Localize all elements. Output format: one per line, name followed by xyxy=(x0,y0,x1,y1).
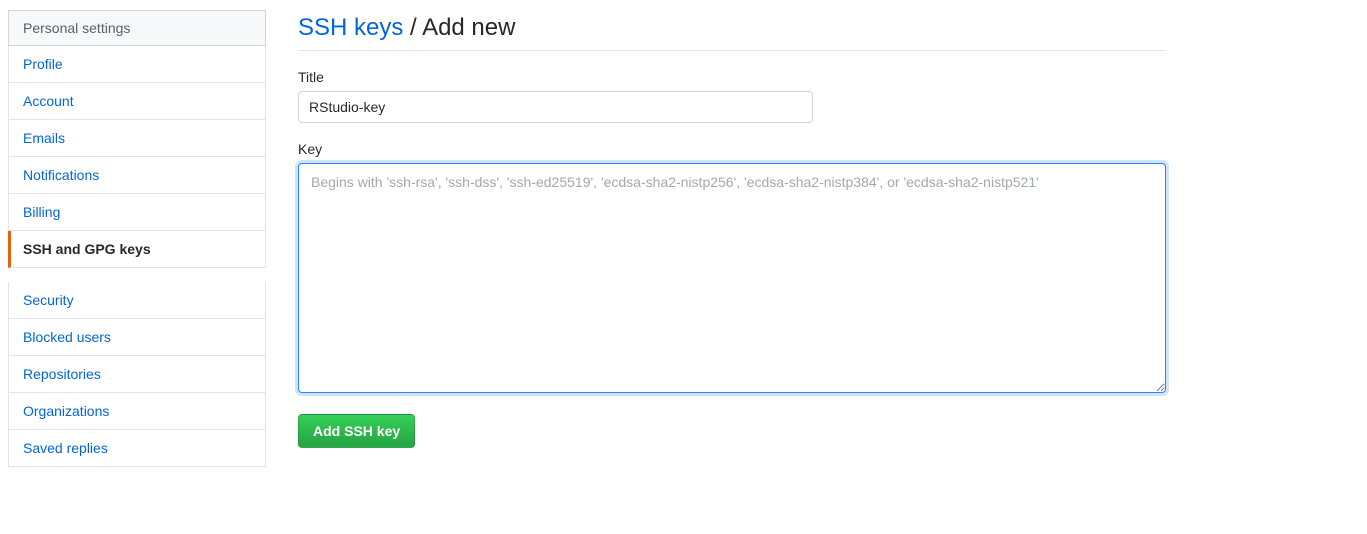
heading-separator: / xyxy=(403,14,422,41)
sidebar-item-security[interactable]: Security xyxy=(8,282,266,319)
heading-link-ssh-keys[interactable]: SSH keys xyxy=(298,14,403,41)
sidebar-header: Personal settings xyxy=(8,10,266,46)
heading-sub: Add new xyxy=(422,14,515,41)
sidebar-item-notifications[interactable]: Notifications xyxy=(8,157,266,194)
sidebar-item-ssh-and-gpg-keys[interactable]: SSH and GPG keys xyxy=(8,231,266,268)
sidebar-item-profile[interactable]: Profile xyxy=(8,46,266,83)
sidebar-item-repositories[interactable]: Repositories xyxy=(8,356,266,393)
key-label: Key xyxy=(298,141,1166,157)
sidebar-item-blocked-users[interactable]: Blocked users xyxy=(8,319,266,356)
page-heading: SSH keys / Add new xyxy=(298,14,1166,51)
add-ssh-key-button[interactable]: Add SSH key xyxy=(298,414,415,448)
settings-sidebar: Personal settings ProfileAccountEmailsNo… xyxy=(8,10,266,467)
key-textarea[interactable] xyxy=(298,163,1166,393)
sidebar-item-account[interactable]: Account xyxy=(8,83,266,120)
title-input[interactable] xyxy=(298,91,813,123)
main-content: SSH keys / Add new Title Key Add SSH key xyxy=(266,10,1166,448)
sidebar-item-organizations[interactable]: Organizations xyxy=(8,393,266,430)
sidebar-item-emails[interactable]: Emails xyxy=(8,120,266,157)
sidebar-item-saved-replies[interactable]: Saved replies xyxy=(8,430,266,467)
sidebar-item-billing[interactable]: Billing xyxy=(8,194,266,231)
title-label: Title xyxy=(298,69,1166,85)
